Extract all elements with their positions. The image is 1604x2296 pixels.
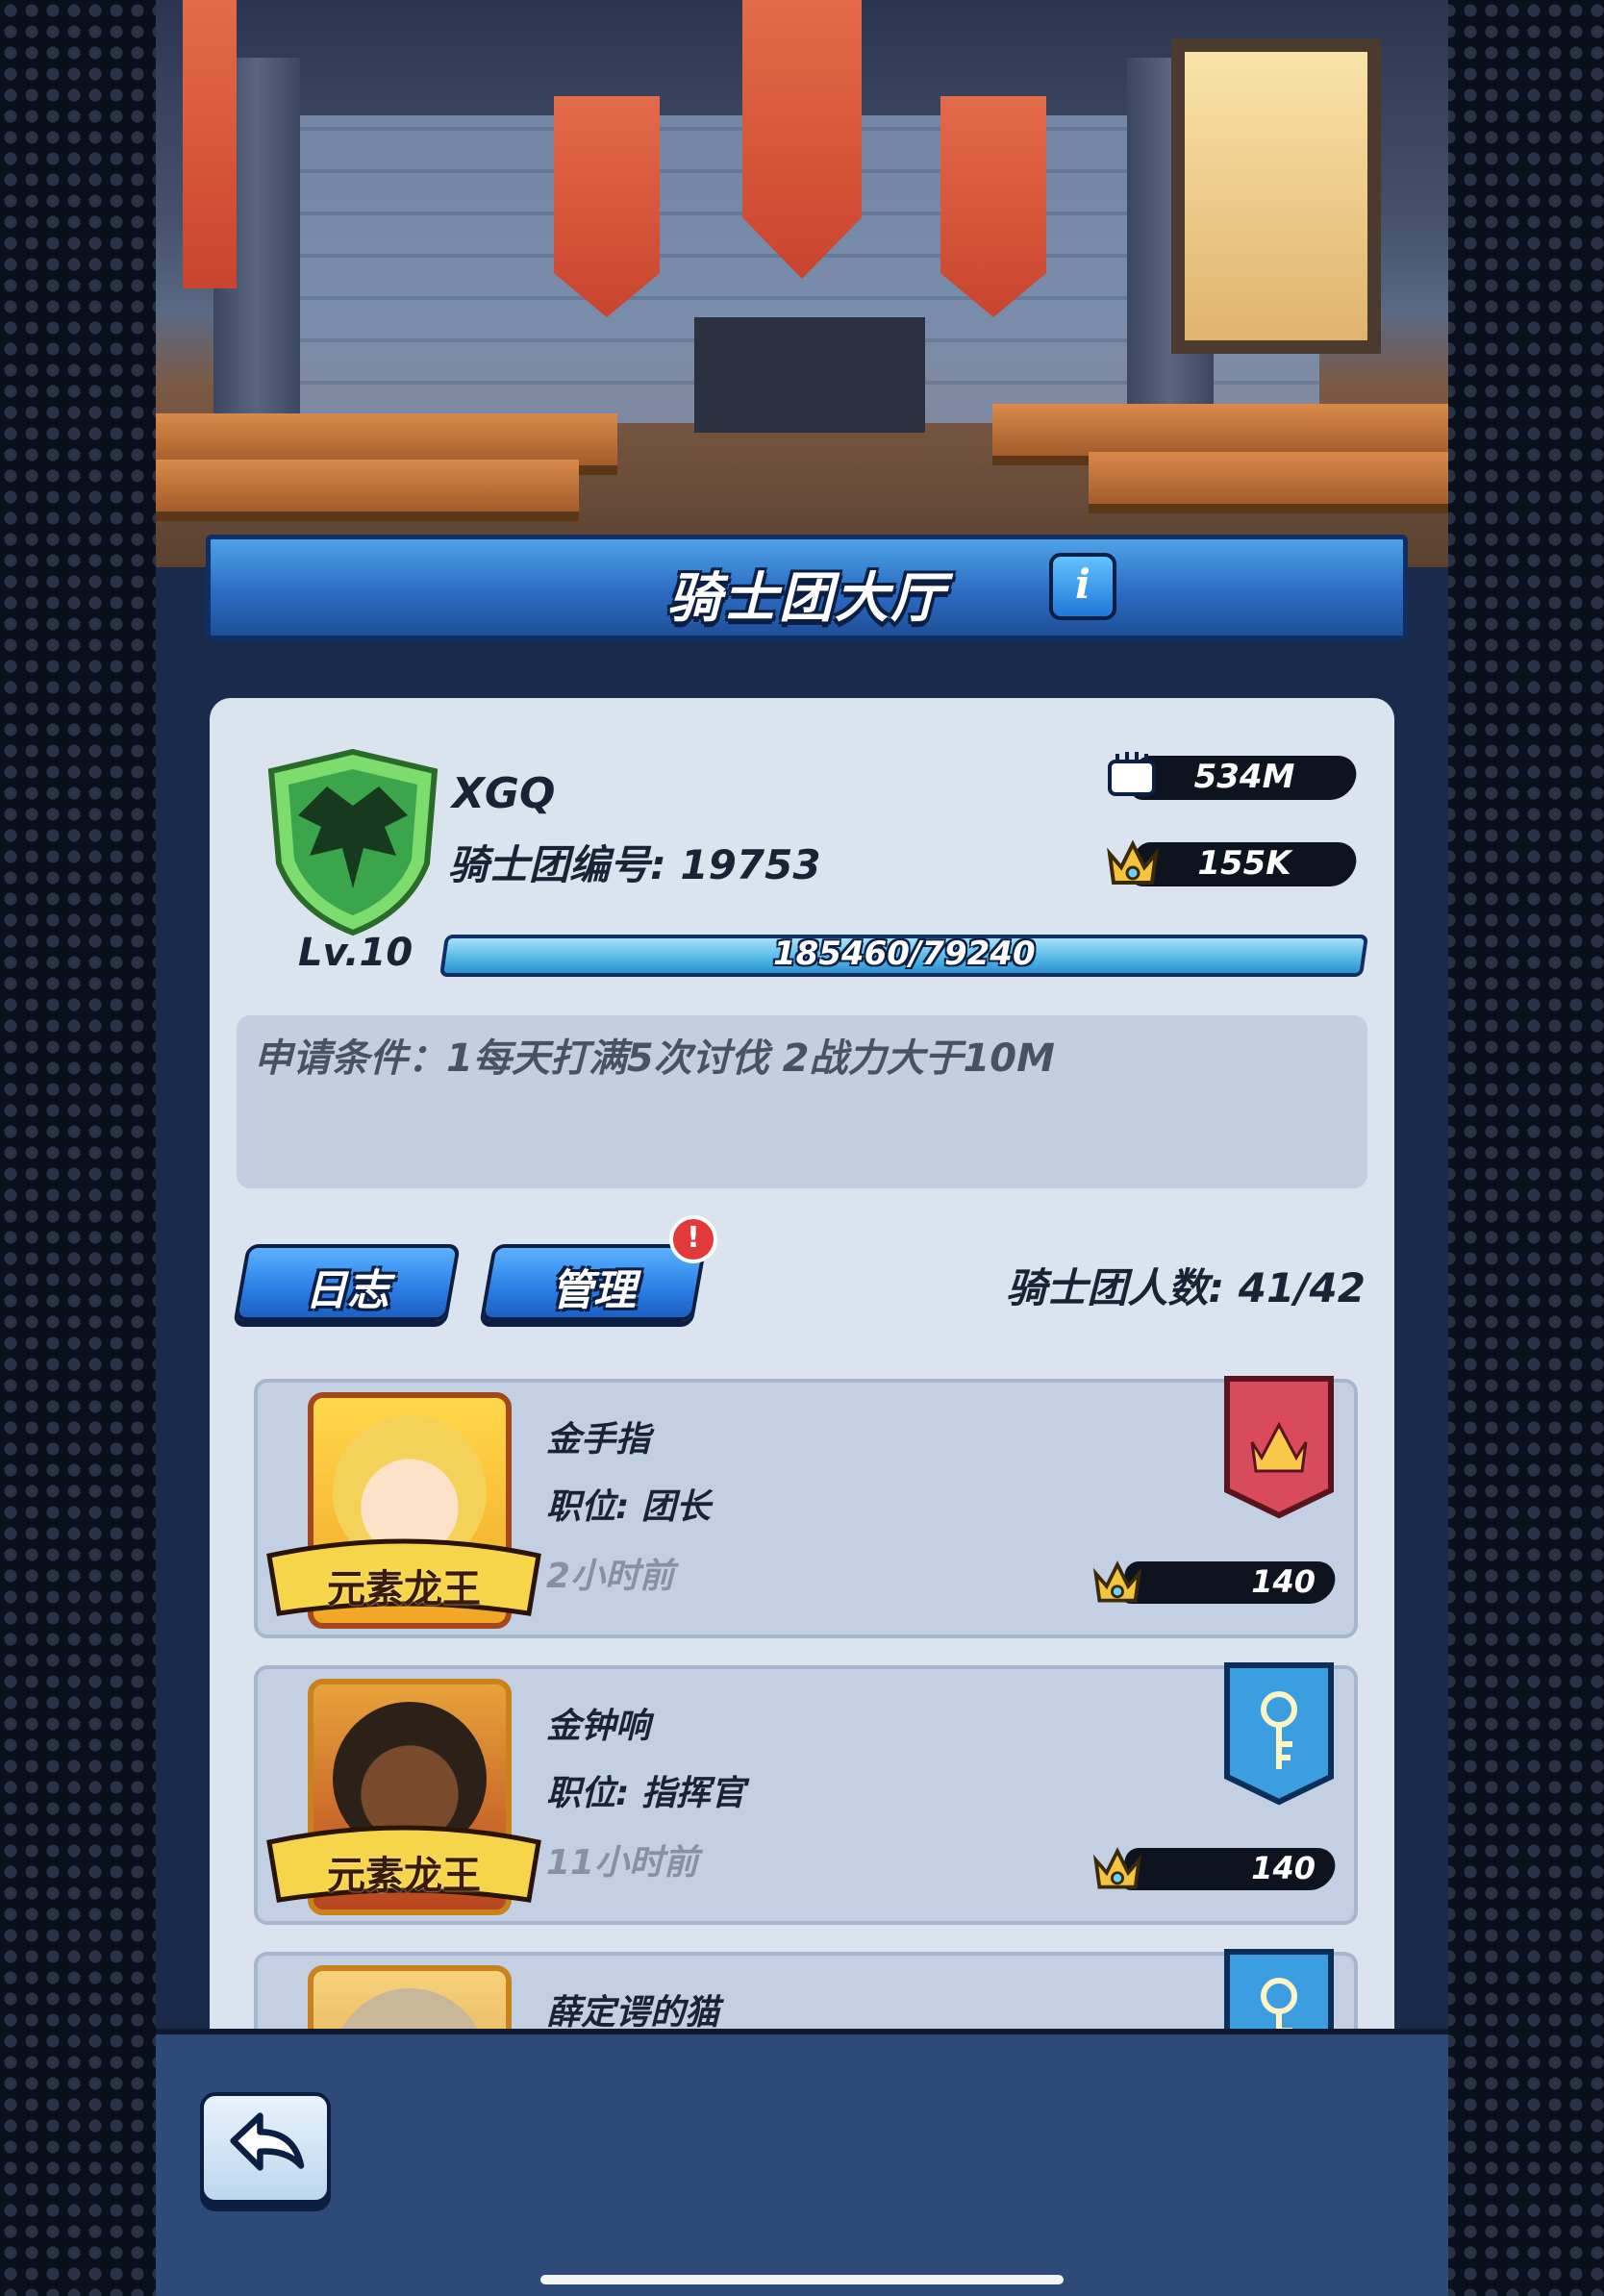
red-crown-banner-icon — [1224, 1376, 1334, 1519]
manage-button-label: 管理 — [551, 1266, 636, 1315]
apply-conditions-box: 申请条件：1每天打满5次讨伐 2战力大于10M — [237, 1015, 1367, 1188]
member-crown-value: 140 — [1251, 1850, 1316, 1886]
alert-icon: ! — [669, 1215, 717, 1263]
window — [1171, 38, 1381, 354]
guild-name: XGQ — [452, 769, 556, 818]
back-button[interactable] — [200, 2092, 331, 2204]
hanging-banner — [183, 0, 237, 288]
hanging-banner — [554, 96, 660, 317]
member-name: 薛定谔的猫 — [546, 1993, 720, 2033]
fist-power-icon — [1108, 752, 1156, 796]
manage-button[interactable]: 管理 ! — [479, 1215, 717, 1321]
blue-key-banner-icon — [1224, 1662, 1334, 1806]
wooden-table — [156, 460, 579, 521]
member-role: 职位: 团长 — [546, 1487, 711, 1527]
member-name: 金钟响 — [546, 1707, 651, 1746]
page-title: 骑士团大厅 — [667, 567, 946, 630]
crown-icon — [1092, 1560, 1142, 1603]
member-name: 金手指 — [546, 1420, 651, 1460]
guild-crown-stat: 155K — [1104, 839, 1361, 886]
back-arrow-icon — [230, 2112, 305, 2171]
crown-icon — [1092, 1847, 1142, 1889]
title-tag: 元素龙王 — [327, 1567, 481, 1611]
game-screen: 骑士团大厅 i XGQ 骑士团编号: 19753 Lv.10 185460/79… — [156, 0, 1448, 2296]
guild-power-value: 534M — [1193, 758, 1295, 796]
member-row[interactable]: 元素龙王 金钟响 职位: 指挥官 11小时前 140 — [254, 1662, 1358, 1925]
member-row[interactable]: 元素龙王 金手指 职位: 团长 2小时前 140 — [254, 1376, 1358, 1638]
hanging-banner — [940, 96, 1046, 317]
shield-dragon-emblem — [267, 748, 439, 936]
member-crown-stat: 140 — [1089, 1847, 1339, 1890]
member-role: 职位: 指挥官 — [546, 1774, 745, 1813]
title-ribbon: 骑士团大厅 i — [206, 535, 1408, 640]
member-last-seen: 11小时前 — [546, 1843, 699, 1883]
guild-hall-scene — [156, 0, 1448, 567]
bottom-bar — [156, 2029, 1448, 2296]
member-count: 骑士团人数: 41/42 — [1006, 1264, 1366, 1311]
home-indicator[interactable] — [540, 2275, 1064, 2284]
member-crown-stat: 140 — [1089, 1560, 1339, 1604]
guild-power-stat: 534M — [1104, 752, 1361, 800]
wooden-table — [1089, 452, 1448, 513]
guild-id: 骑士团编号: 19753 — [448, 841, 821, 888]
guild-crown-value: 155K — [1197, 844, 1291, 883]
member-crown-value: 140 — [1251, 1563, 1316, 1600]
guild-xp-text: 185460/79240 — [772, 935, 1036, 973]
guild-xp-bar: 185460/79240 — [439, 935, 1369, 977]
info-icon[interactable]: i — [1049, 553, 1116, 620]
member-last-seen: 2小时前 — [546, 1557, 675, 1596]
log-button-label: 日志 — [305, 1266, 389, 1315]
guild-level: Lv.10 — [298, 931, 414, 975]
apply-conditions-text: 申请条件：1每天打满5次讨伐 2战力大于10M — [254, 1036, 1055, 1081]
crown-icon — [1107, 839, 1159, 885]
log-button[interactable]: 日志 — [233, 1244, 462, 1321]
throne — [694, 317, 925, 433]
title-tag: 元素龙王 — [327, 1854, 481, 1898]
